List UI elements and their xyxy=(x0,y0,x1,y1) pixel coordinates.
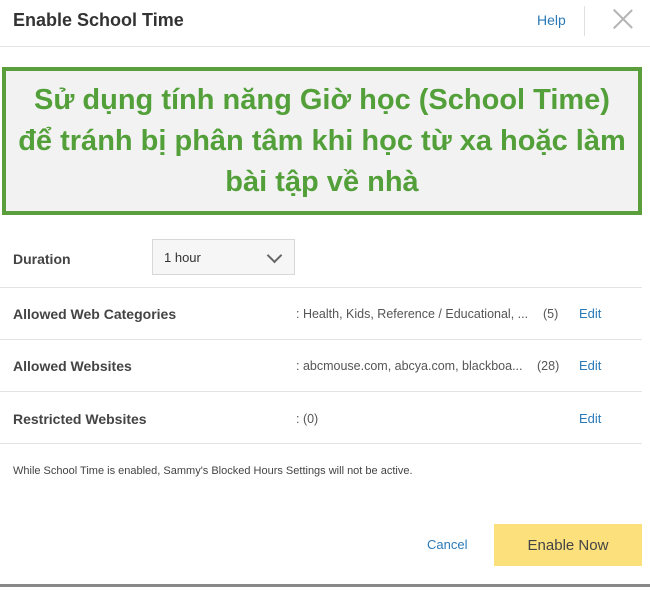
allowed-websites-label: Allowed Websites xyxy=(13,358,132,374)
dialog-header: Enable School Time Help xyxy=(0,0,650,47)
duration-selected-value: 1 hour xyxy=(164,250,201,265)
enable-now-button[interactable]: Enable Now xyxy=(494,524,642,566)
edit-allowed-web-categories-link[interactable]: Edit xyxy=(579,306,601,321)
cancel-button[interactable]: Cancel xyxy=(427,537,467,552)
allowed-web-categories-value: : Health, Kids, Reference / Educational,… xyxy=(296,307,529,321)
divider xyxy=(0,339,642,340)
bottom-border xyxy=(0,584,650,587)
divider xyxy=(0,391,642,392)
help-link[interactable]: Help xyxy=(537,12,566,28)
restricted-websites-value: : (0) xyxy=(296,412,319,426)
duration-label: Duration xyxy=(13,251,71,267)
allowed-websites-count: (28) xyxy=(537,359,560,373)
close-icon[interactable] xyxy=(612,8,634,30)
divider xyxy=(0,287,642,288)
blocked-hours-note: While School Time is enabled, Sammy's Bl… xyxy=(13,465,413,477)
chevron-down-icon xyxy=(266,247,283,264)
edit-restricted-websites-link[interactable]: Edit xyxy=(579,411,601,426)
allowed-websites-value: : abcmouse.com, abcya.com, blackboa... xyxy=(296,359,523,373)
divider xyxy=(0,443,642,444)
promo-banner: Sử dụng tính năng Giờ học (School Time) … xyxy=(2,67,642,215)
banner-text: Sử dụng tính năng Giờ học (School Time) … xyxy=(18,83,626,198)
dialog-title: Enable School Time xyxy=(13,10,184,30)
restricted-websites-label: Restricted Websites xyxy=(13,411,147,427)
allowed-web-categories-label: Allowed Web Categories xyxy=(13,306,177,322)
duration-select[interactable]: 1 hour xyxy=(152,239,295,275)
header-divider xyxy=(584,6,585,36)
edit-allowed-websites-link[interactable]: Edit xyxy=(579,358,601,373)
allowed-web-categories-count: (5) xyxy=(543,307,559,321)
